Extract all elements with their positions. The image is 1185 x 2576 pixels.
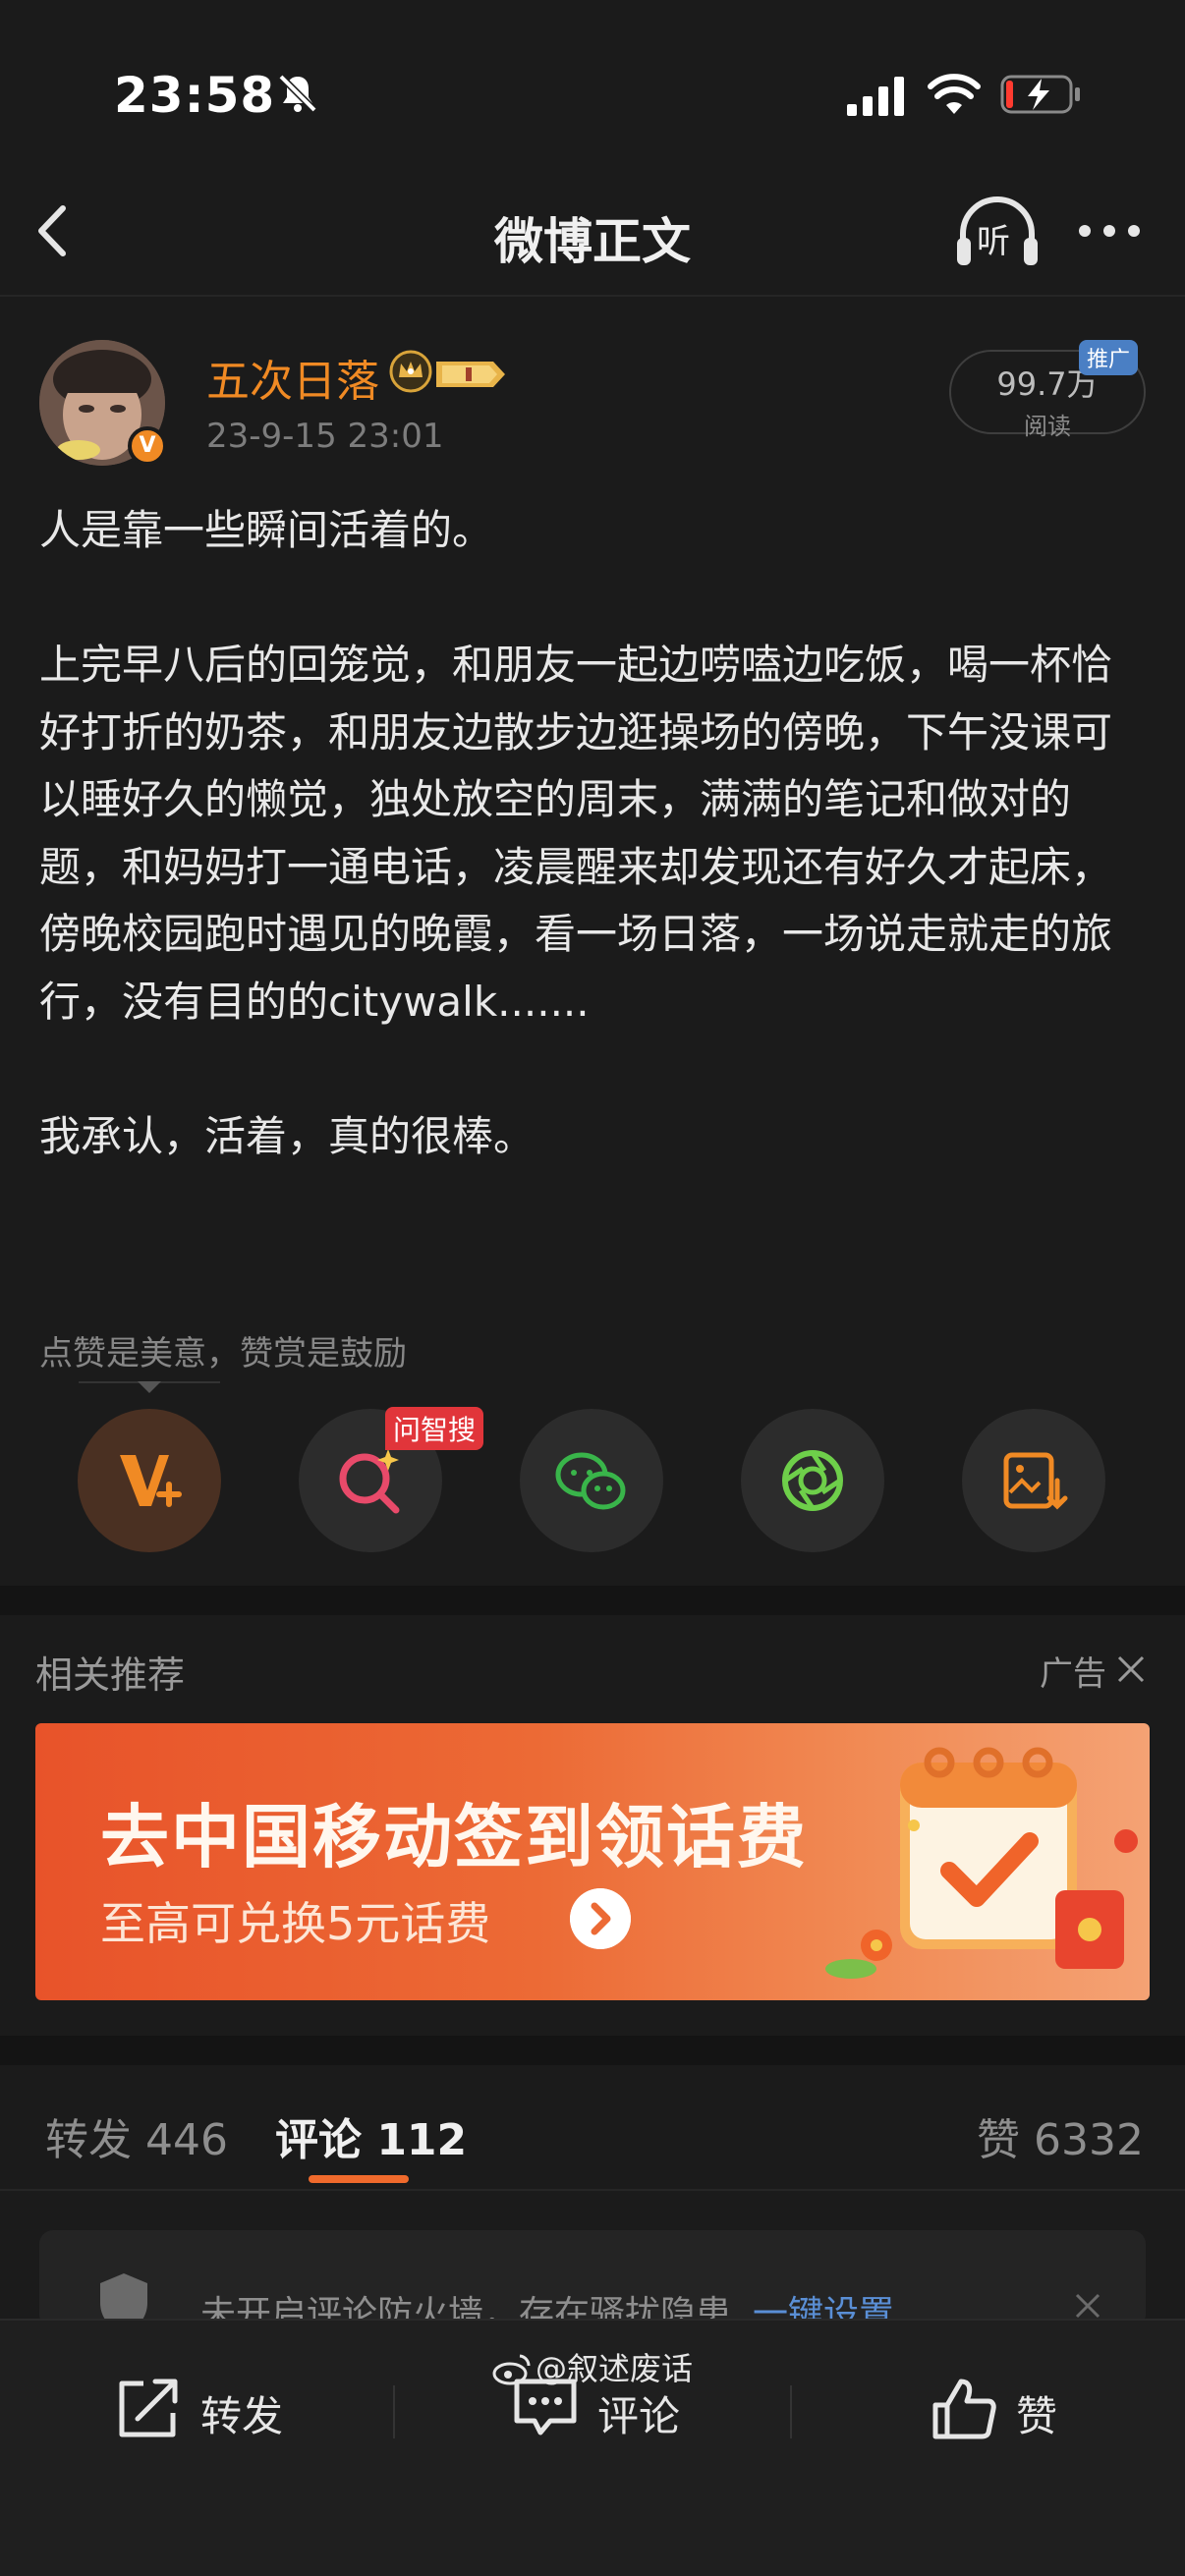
bell-mute-icon — [278, 74, 317, 113]
level-badge-icon — [436, 362, 505, 387]
ad-banner[interactable]: 去中国移动签到领话费 至高可兑换5元话费 — [35, 1723, 1150, 2000]
active-tab-indicator — [309, 2175, 409, 2183]
promo-tag: 推广 — [1079, 340, 1139, 375]
related-title: 相关推荐 — [35, 1653, 186, 1697]
close-icon[interactable] — [1114, 1652, 1148, 1686]
share-moments-button[interactable] — [741, 1409, 884, 1552]
battery-charging-icon — [1000, 75, 1080, 114]
divider — [393, 2385, 395, 2438]
firewall-notice: 未开启评论防火墙，存在骚扰隐患 一键设置 — [39, 2230, 1146, 2328]
verified-badge: V — [128, 426, 167, 466]
ad-headline: 去中国移动签到领话费 — [100, 1797, 808, 1877]
engagement-tabs: 转发 446 评论 112 赞 6332 — [0, 2065, 1185, 2191]
close-icon[interactable] — [1073, 2291, 1102, 2321]
wifi-icon — [928, 74, 981, 114]
calendar-illustration-icon — [825, 1747, 1138, 1979]
section-divider — [0, 1586, 1185, 1615]
tab-like[interactable]: 赞 6332 — [977, 2104, 1144, 2167]
weibo-logo-icon — [492, 2354, 531, 2385]
signal-icon — [847, 77, 904, 116]
post-paragraph: 我承认，活着，真的很棒。 — [39, 1111, 536, 1160]
nav-bar: 微博正文 听 — [0, 167, 1185, 297]
like-label: 赞 — [1016, 2392, 1058, 2440]
post-paragraph: 上完早八后的回笼觉，和朋友一起边唠嗑边吃饭，喝一杯恰好打折的奶茶，和朋友边散步边… — [39, 641, 1113, 1026]
watermark-handle: @叙述废话 — [535, 2350, 693, 2387]
moments-aperture-icon — [782, 1450, 843, 1511]
watermark: @叙述废话 — [0, 2344, 1185, 2389]
post-timestamp: 23-9-15 23:01 — [206, 417, 444, 456]
image-download-icon — [1003, 1452, 1068, 1510]
forward-label: 转发 — [200, 2392, 284, 2440]
tip-pointer — [138, 1381, 161, 1393]
reward-button[interactable] — [78, 1409, 221, 1552]
related-header: 相关推荐 广告 — [0, 1615, 1185, 1723]
reward-text: 点赞是美意，赞赏是鼓励 — [39, 1334, 407, 1373]
tab-comment[interactable]: 评论 112 — [275, 2104, 467, 2167]
ad-label: 广告 — [1040, 1654, 1106, 1694]
arrow-right-icon — [570, 1888, 631, 1949]
listen-label[interactable]: 听 — [977, 214, 1010, 262]
section-divider — [0, 2036, 1185, 2065]
ai-search-tag: 问智搜 — [385, 1407, 484, 1450]
save-image-button[interactable] — [962, 1409, 1105, 1552]
share-wechat-button[interactable] — [520, 1409, 663, 1552]
tab-repost[interactable]: 转发 446 — [45, 2104, 228, 2167]
post-body: 人是靠一些瞬间活着的。 上完早八后的回笼觉，和朋友一起边唠嗑边吃饭，喝一杯恰好打… — [39, 497, 1150, 1170]
reads-label: 阅读 — [1024, 413, 1071, 440]
crown-icon — [389, 350, 432, 393]
wechat-icon — [555, 1452, 626, 1510]
ad-subline: 至高可兑换5元话费 — [100, 1897, 491, 1950]
divider — [790, 2385, 792, 2438]
ai-search-icon — [339, 1449, 400, 1514]
post-paragraph: 人是靠一些瞬间活着的。 — [39, 506, 494, 554]
action-row — [0, 1409, 1185, 1552]
more-icon[interactable] — [1075, 216, 1144, 246]
comment-label: 评论 — [597, 2392, 681, 2440]
author-name[interactable]: 五次日落 — [206, 346, 379, 409]
status-time: 23:58 — [114, 67, 276, 124]
status-bar: 23:58 — [0, 0, 1185, 167]
v-plus-icon — [120, 1455, 182, 1507]
